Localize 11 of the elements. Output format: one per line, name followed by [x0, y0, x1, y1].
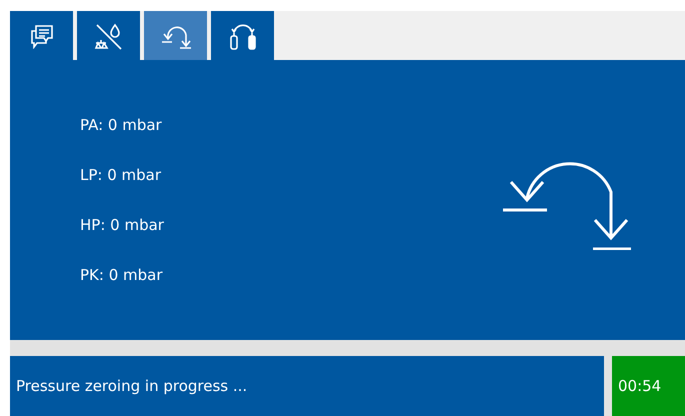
- tab[interactable]: [77, 11, 140, 60]
- timer: 00:54: [612, 356, 685, 416]
- tab[interactable]: [10, 11, 73, 60]
- tab[interactable]: [211, 11, 274, 60]
- pressure-reading: PA: 0 mbar: [80, 115, 163, 136]
- pressure-reading: PK: 0 mbar: [80, 265, 164, 286]
- pressure-reading: LP: 0 mbar: [80, 165, 162, 186]
- chat-icon: [28, 22, 54, 48]
- status-message: Pressure zeroing in progress ...: [10, 356, 604, 416]
- pressure-reading: HP: 0 mbar: [80, 215, 164, 236]
- tab[interactable]: [144, 11, 207, 60]
